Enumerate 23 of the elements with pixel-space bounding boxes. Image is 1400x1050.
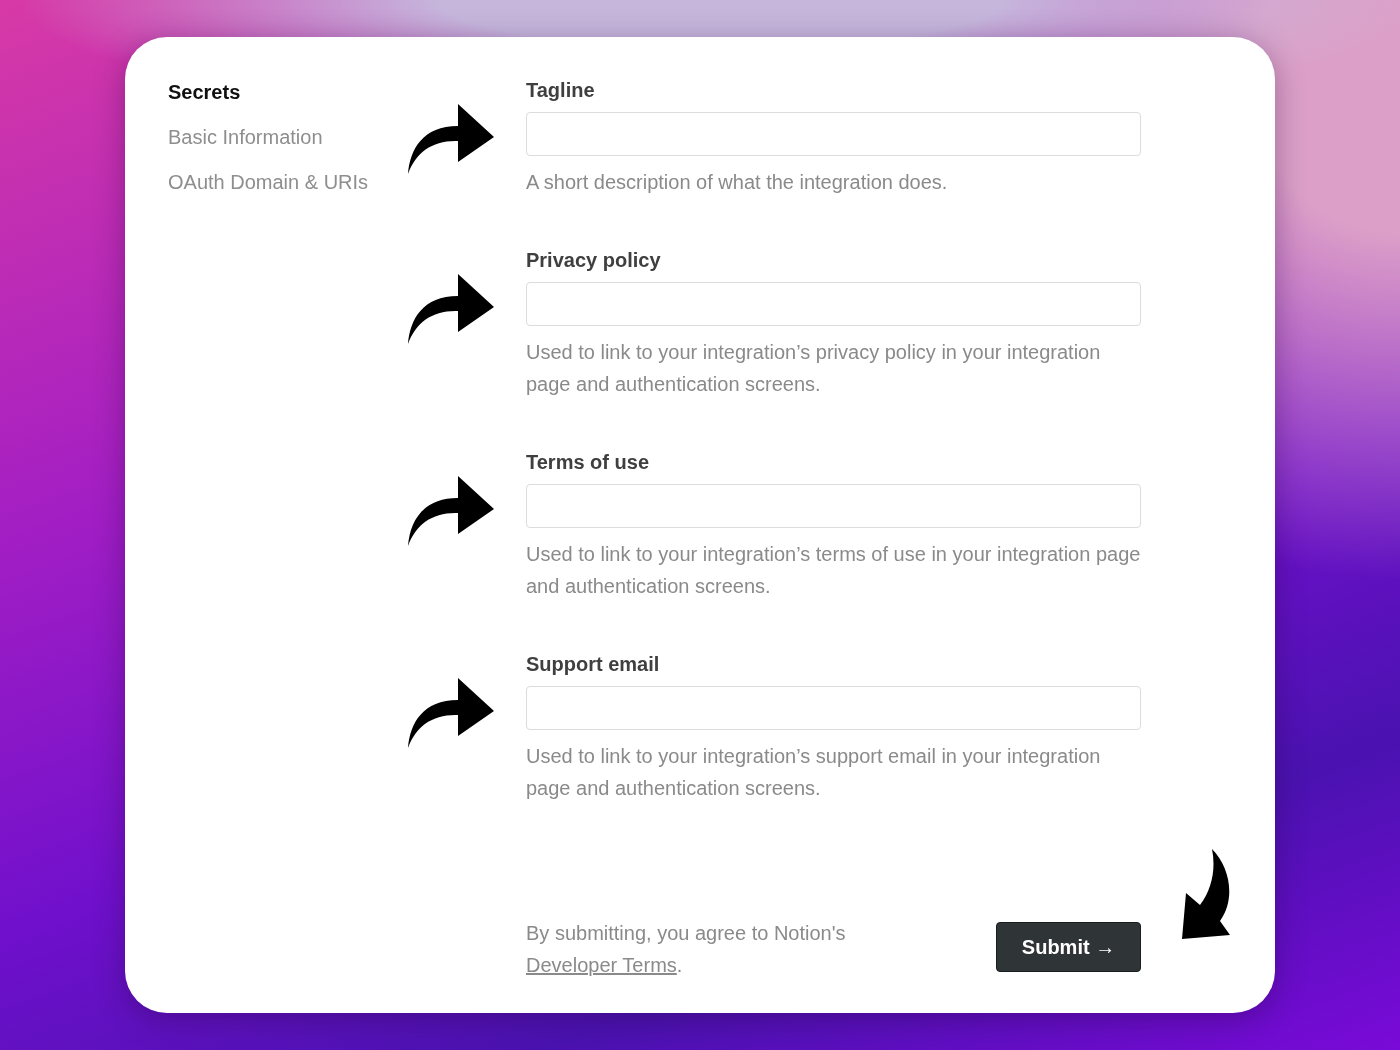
sidebar-item[interactable]: Basic Information <box>168 125 408 149</box>
terms-text: By submitting, you agree to Notion's Developer Terms. <box>526 921 847 978</box>
help-text: Used to link to your integration’s support email in your integration page and authentication screens. <box>526 744 1102 801</box>
sidebar-item[interactable]: Secrets <box>168 80 408 104</box>
terms-link[interactable]: Developer Terms <box>526 954 677 976</box>
curved-arrow-icon <box>408 678 494 748</box>
curved-arrow-icon <box>408 104 494 174</box>
curved-arrow-icon <box>1182 849 1232 939</box>
curved-arrow-icon <box>408 274 494 344</box>
input-field[interactable] <box>526 282 1141 326</box>
input-field[interactable] <box>526 484 1141 528</box>
submit-button[interactable]: Submit → <box>996 922 1141 972</box>
curved-arrow-icon <box>408 476 494 546</box>
help-text: Used to link to your integration’s terms of use in your integration page and authentication screens. <box>526 542 1141 599</box>
field-label: Terms of use <box>526 450 650 474</box>
help-text: A short description of what the integration does. <box>526 170 949 195</box>
help-text: Used to link to your integration’s privacy policy in your integration page and authentication screens. <box>526 340 1102 397</box>
input-field[interactable] <box>526 686 1141 730</box>
field-label: Tagline <box>526 78 596 102</box>
input-field[interactable] <box>526 112 1141 156</box>
field-label: Support email <box>526 652 661 676</box>
sidebar-item[interactable]: OAuth Domain & URIs <box>168 170 408 194</box>
field-label: Privacy policy <box>526 248 662 272</box>
